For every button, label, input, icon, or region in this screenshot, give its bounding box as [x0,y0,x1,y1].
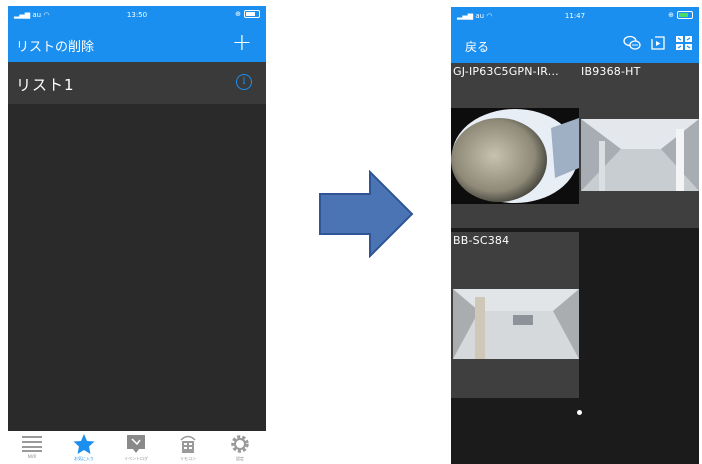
tab-label: お気に入り [74,456,94,461]
camera-tile[interactable]: IB9368-HT [579,63,699,228]
camera-thumbnail [453,289,579,359]
page-indicator-dot [577,410,582,415]
tab-nvr[interactable]: NVR [12,434,52,459]
battery-icon [244,10,260,18]
tab-event-log[interactable]: イベントログ [116,434,156,462]
tab-settings[interactable]: 設定 [220,434,260,462]
tab-label: 設定 [236,456,244,461]
phone-screen-after: ▂▄▆ au ◠ 11:47 ⊕ 戻る GJ-IP63C5GPN-IR... I… [451,7,699,464]
corridor-image [581,119,699,191]
lock-icon: ⊕ [668,11,674,19]
tab-label: NVR [27,454,37,459]
playback-icon[interactable] [649,35,667,51]
list-item-label: リスト1 [16,76,75,94]
camera-name: BB-SC384 [453,234,510,247]
event-log-icon [127,435,145,453]
camera-thumbnail [581,119,699,191]
status-time: 11:47 [564,12,586,20]
fisheye-image [451,109,579,203]
delete-list-button[interactable]: リストの削除 [16,36,94,55]
status-time: 13:50 [126,11,148,19]
tab-label: リモコン [180,456,196,461]
tab-favorites[interactable]: お気に入り [64,434,104,462]
tab-label: イベントログ [124,456,148,461]
tab-bar: NVR お気に入り イベントログ リモコン 設定 [8,431,266,464]
list-item[interactable]: リスト1 i [8,62,266,104]
phone-screen-before: ▂▄▆ au ◠ 13:50 ⊕ リストの削除 + リスト1 i NVR お気に… [8,6,266,464]
camera-tile[interactable]: GJ-IP63C5GPN-IR... [451,63,579,228]
right-arrow-icon [319,170,414,258]
list-icon [22,436,42,452]
status-bar: ▂▄▆ au ◠ 11:47 ⊕ [451,7,699,27]
nav-actions [623,35,693,51]
camera-name: IB9368-HT [581,65,641,78]
status-right: ⊕ [668,11,693,19]
add-list-button[interactable]: + [232,28,252,56]
room-image [453,289,579,359]
nav-bar: リストの削除 + [8,26,266,62]
camera-thumbnail [451,108,579,204]
camera-tile[interactable]: BB-SC384 [451,232,579,398]
back-button[interactable]: 戻る [465,38,489,55]
grid-layout-icon[interactable] [675,35,693,51]
lock-icon: ⊕ [235,10,241,18]
status-bar: ▂▄▆ au ◠ 13:50 ⊕ [8,6,266,26]
tab-remote[interactable]: リモコン [168,434,208,462]
battery-icon [677,11,693,19]
nav-bar: 戻る [451,27,699,63]
status-right: ⊕ [235,10,260,18]
remote-icon [180,435,196,453]
star-icon [73,434,95,454]
camera-name: GJ-IP63C5GPN-IR... [453,65,559,78]
gear-icon [231,435,249,453]
chat-icon[interactable] [623,35,641,51]
info-icon[interactable]: i [236,74,252,90]
